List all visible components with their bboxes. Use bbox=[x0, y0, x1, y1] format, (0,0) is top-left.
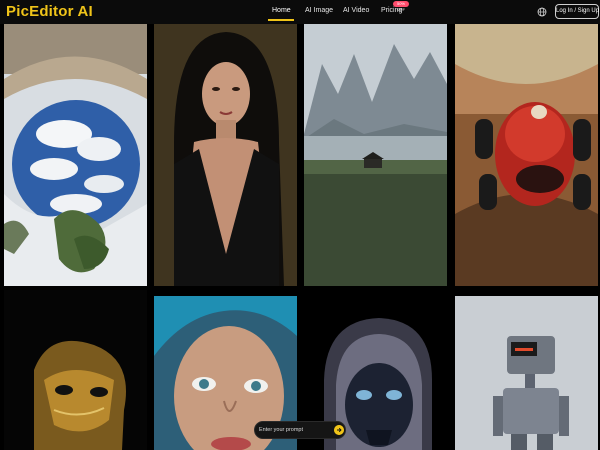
nav-ai-video[interactable]: AI Video bbox=[343, 7, 369, 14]
send-icon[interactable] bbox=[334, 425, 344, 435]
prompt-input[interactable] bbox=[259, 424, 329, 436]
login-signup-button[interactable]: Log In / Sign Up bbox=[555, 4, 599, 19]
globe-icon[interactable] bbox=[537, 7, 547, 17]
gallery-image-race-car[interactable] bbox=[455, 24, 598, 286]
nav-ai-image[interactable]: AI Image bbox=[305, 7, 333, 14]
gallery-image-arch[interactable] bbox=[4, 24, 147, 286]
gallery-image-mountains[interactable] bbox=[304, 24, 447, 286]
gallery-image-golden-mask[interactable] bbox=[4, 290, 147, 450]
gallery-image-woman-portrait[interactable] bbox=[154, 24, 297, 286]
nav-home[interactable]: Home bbox=[272, 7, 291, 14]
gallery-image-robot[interactable] bbox=[455, 296, 598, 450]
nav-active-indicator bbox=[268, 19, 294, 21]
prompt-bar bbox=[254, 421, 346, 439]
pricing-discount-badge: 50% OFF bbox=[393, 1, 409, 12]
top-navigation-bar: PicEditor AI Home AI Image AI Video Pric… bbox=[0, 0, 600, 24]
image-gallery bbox=[0, 24, 600, 450]
app-logo[interactable]: PicEditor AI bbox=[6, 3, 93, 20]
